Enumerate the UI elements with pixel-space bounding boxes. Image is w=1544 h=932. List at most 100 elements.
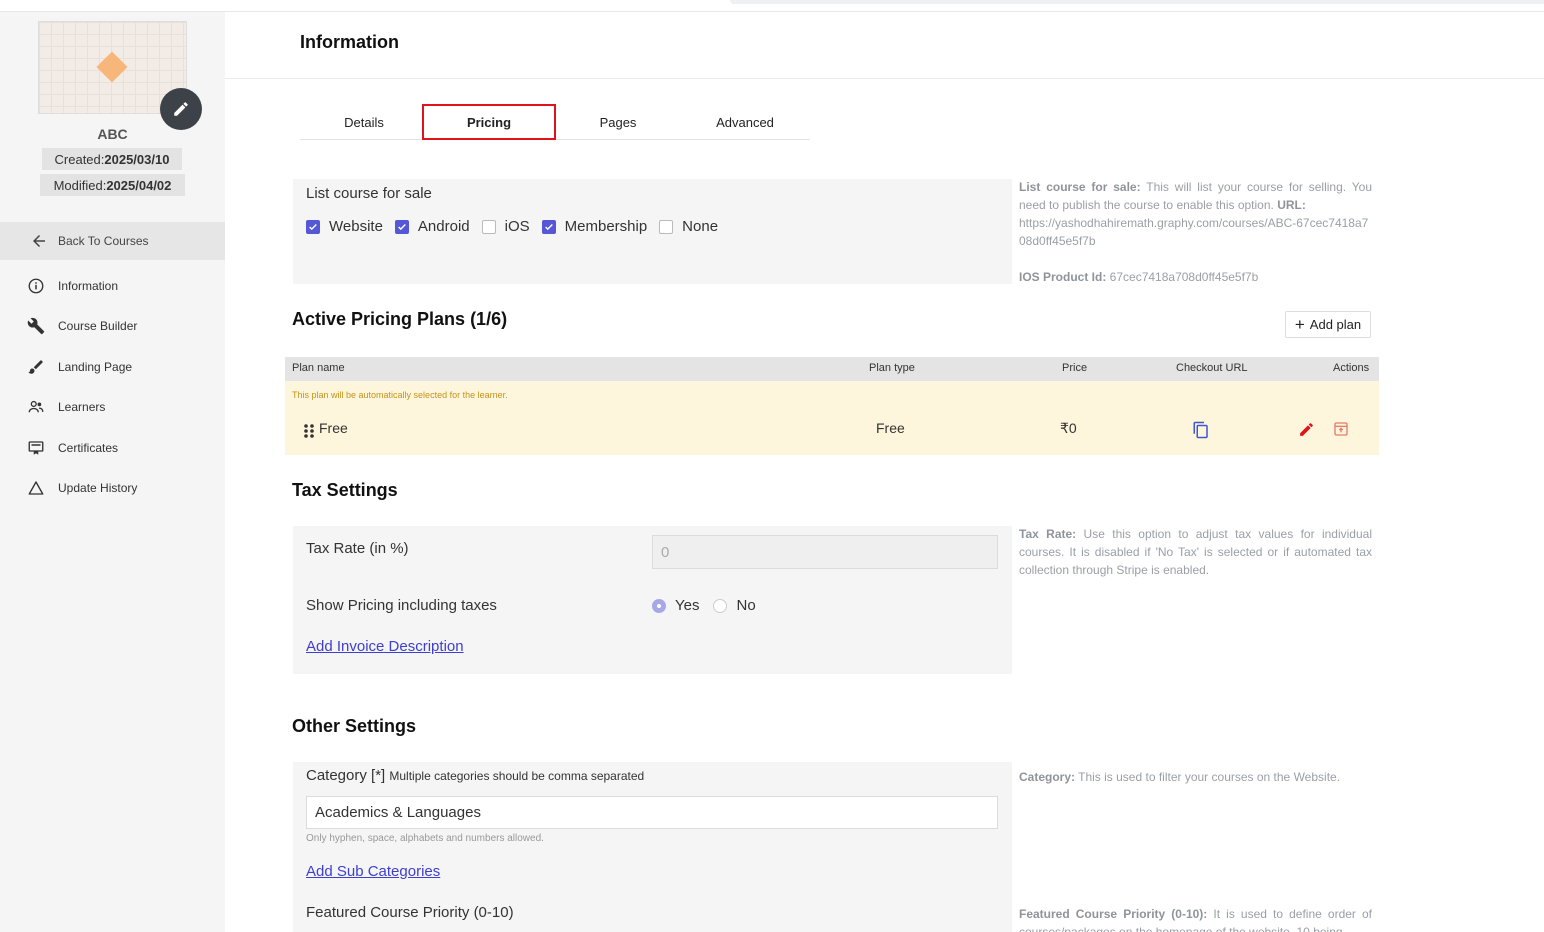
no-radio[interactable] bbox=[713, 598, 728, 613]
android-checkbox[interactable] bbox=[394, 219, 409, 234]
ios-id-label: IOS Product Id: bbox=[1019, 270, 1107, 284]
auto-select-note: This plan will be automatically selected… bbox=[292, 390, 508, 400]
copy-icon[interactable] bbox=[1192, 421, 1210, 444]
featured-priority-label: Featured Course Priority (0-10) bbox=[306, 904, 514, 921]
sidebar-item-landing-page[interactable]: Landing Page bbox=[26, 357, 132, 377]
add-sub-categories-link[interactable]: Add Sub Categories bbox=[306, 863, 440, 880]
modified-value: 2025/04/02 bbox=[106, 177, 172, 193]
none-label: None bbox=[682, 218, 719, 235]
modified-label: Modified: bbox=[53, 177, 107, 193]
yes-label: Yes bbox=[675, 597, 700, 614]
sale-channel-options: Website Android iOS Membership None bbox=[306, 218, 730, 235]
tax-rate-input[interactable]: 0 bbox=[652, 535, 998, 569]
ios-label: iOS bbox=[504, 218, 530, 235]
plan-type: Free bbox=[876, 420, 905, 436]
course-url: https://yashodhahiremath.graphy.com/cour… bbox=[1019, 216, 1369, 248]
back-to-courses-link[interactable]: Back To Courses bbox=[0, 222, 225, 260]
add-plan-button[interactable]: + Add plan bbox=[1285, 311, 1371, 338]
tab-details[interactable]: Details bbox=[300, 104, 428, 140]
modified-date: Modified: 2025/04/02 bbox=[40, 174, 185, 196]
browser-top-edge bbox=[0, 0, 1544, 12]
pencil-icon bbox=[174, 102, 188, 116]
sidebar: ABC Created: 2025/03/10 Modified: 2025/04/… bbox=[0, 12, 225, 932]
edit-thumbnail-button[interactable] bbox=[160, 88, 202, 130]
hint-text: This is used to filter your courses on t… bbox=[1075, 770, 1341, 784]
add-invoice-description-link[interactable]: Add Invoice Description bbox=[306, 638, 464, 655]
ios-product-id: IOS Product Id: 67cec7418a708d0ff45e5f7b bbox=[1019, 268, 1372, 286]
no-label: No bbox=[736, 597, 756, 614]
col-plan-type: Plan type bbox=[869, 362, 915, 374]
col-actions: Actions bbox=[1333, 362, 1370, 374]
sidebar-item-label: Learners bbox=[58, 400, 106, 414]
tab-advanced[interactable]: Advanced bbox=[681, 104, 809, 140]
sidebar-item-information[interactable]: Information bbox=[26, 276, 118, 296]
wrench-icon bbox=[26, 316, 46, 336]
sidebar-item-label: Update History bbox=[58, 481, 138, 495]
website-checkbox[interactable] bbox=[306, 219, 320, 234]
list-for-sale-hint: List course for sale: This will list you… bbox=[1019, 178, 1372, 286]
other-settings-title: Other Settings bbox=[292, 716, 417, 736]
back-label: Back To Courses bbox=[58, 234, 149, 248]
brush-icon bbox=[26, 357, 46, 377]
archive-icon[interactable] bbox=[1333, 421, 1349, 442]
add-plan-label: Add plan bbox=[1309, 317, 1362, 332]
created-label: Created: bbox=[54, 151, 105, 167]
created-value: 2025/03/10 bbox=[104, 151, 170, 167]
membership-checkbox[interactable] bbox=[541, 219, 556, 234]
edit-plan-icon[interactable] bbox=[1298, 421, 1315, 443]
people-icon bbox=[26, 397, 46, 417]
list-for-sale-title: List course for sale bbox=[306, 185, 432, 202]
featured-priority-hint: Featured Course Priority (0-10): It is u… bbox=[1019, 905, 1372, 932]
category-help-text: Only hyphen, space, alphabets and number… bbox=[306, 833, 544, 844]
page-header: Information bbox=[225, 12, 1544, 79]
none-checkbox[interactable] bbox=[659, 219, 674, 234]
sidebar-item-label: Information bbox=[58, 279, 119, 293]
tax-settings-title: Tax Settings bbox=[292, 480, 398, 500]
hint-bold: Category: bbox=[1019, 770, 1076, 784]
tax-rate-label: Tax Rate (in %) bbox=[306, 540, 409, 557]
tab-pages[interactable]: Pages bbox=[554, 104, 682, 140]
hint-bold: Featured Course Priority (0-10): bbox=[1019, 907, 1208, 921]
membership-label: Membership bbox=[564, 218, 648, 235]
hint-bold: List course for sale: bbox=[1019, 180, 1141, 194]
sidebar-item-course-builder[interactable]: Course Builder bbox=[26, 316, 137, 336]
sidebar-item-label: Landing Page bbox=[58, 360, 133, 374]
sidebar-item-label: Course Builder bbox=[58, 319, 138, 333]
category-label: Category [*] Multiple categories should … bbox=[306, 767, 644, 784]
col-checkout-url: Checkout URL bbox=[1176, 362, 1248, 374]
ios-id-value: 67cec7418a708d0ff45e5f7b bbox=[1106, 270, 1259, 284]
hint-url-label: URL: bbox=[1277, 198, 1306, 212]
plans-table-header: Plan name Plan type Price Checkout URL A… bbox=[285, 357, 1379, 381]
sidebar-item-update-history[interactable]: Update History bbox=[26, 478, 137, 498]
website-label: Website bbox=[329, 218, 383, 235]
arrow-left-icon bbox=[33, 235, 45, 247]
sidebar-item-learners[interactable]: Learners bbox=[26, 397, 105, 417]
table-row: This plan will be automatically selected… bbox=[285, 381, 1379, 455]
ios-checkbox[interactable] bbox=[481, 219, 496, 234]
show-pricing-label: Show Pricing including taxes bbox=[306, 597, 497, 614]
category-sub-label: Multiple categories should be comma sepa… bbox=[389, 769, 645, 783]
delta-icon bbox=[26, 478, 46, 498]
android-label: Android bbox=[417, 218, 470, 235]
tax-inclusive-radio-group: Yes No bbox=[652, 597, 756, 614]
page-title: Information bbox=[300, 32, 399, 52]
plus-icon: + bbox=[1294, 315, 1305, 334]
created-date: Created: 2025/03/10 bbox=[42, 148, 182, 170]
plan-name: Free bbox=[319, 420, 348, 436]
category-label-text: Category [*] bbox=[306, 767, 386, 784]
sidebar-item-label: Certificates bbox=[58, 441, 119, 455]
hint-bold: Tax Rate: bbox=[1019, 527, 1077, 541]
drag-handle-icon[interactable] bbox=[303, 423, 315, 444]
category-hint: Category: This is used to filter your co… bbox=[1019, 768, 1372, 786]
plan-price: ₹0 bbox=[1060, 420, 1077, 436]
tab-pricing[interactable]: Pricing bbox=[422, 104, 556, 140]
category-input[interactable]: Academics & Languages bbox=[306, 796, 998, 829]
yes-radio[interactable] bbox=[652, 598, 666, 613]
tab-bar: Details Pricing Pages Advanced bbox=[300, 104, 810, 140]
certificate-icon bbox=[26, 438, 46, 458]
tax-rate-hint: Tax Rate: Use this option to adjust tax … bbox=[1019, 525, 1372, 579]
course-name: ABC bbox=[97, 126, 128, 142]
sidebar-item-certificates[interactable]: Certificates bbox=[26, 438, 118, 458]
col-plan-name: Plan name bbox=[292, 362, 345, 374]
info-icon bbox=[26, 276, 46, 296]
